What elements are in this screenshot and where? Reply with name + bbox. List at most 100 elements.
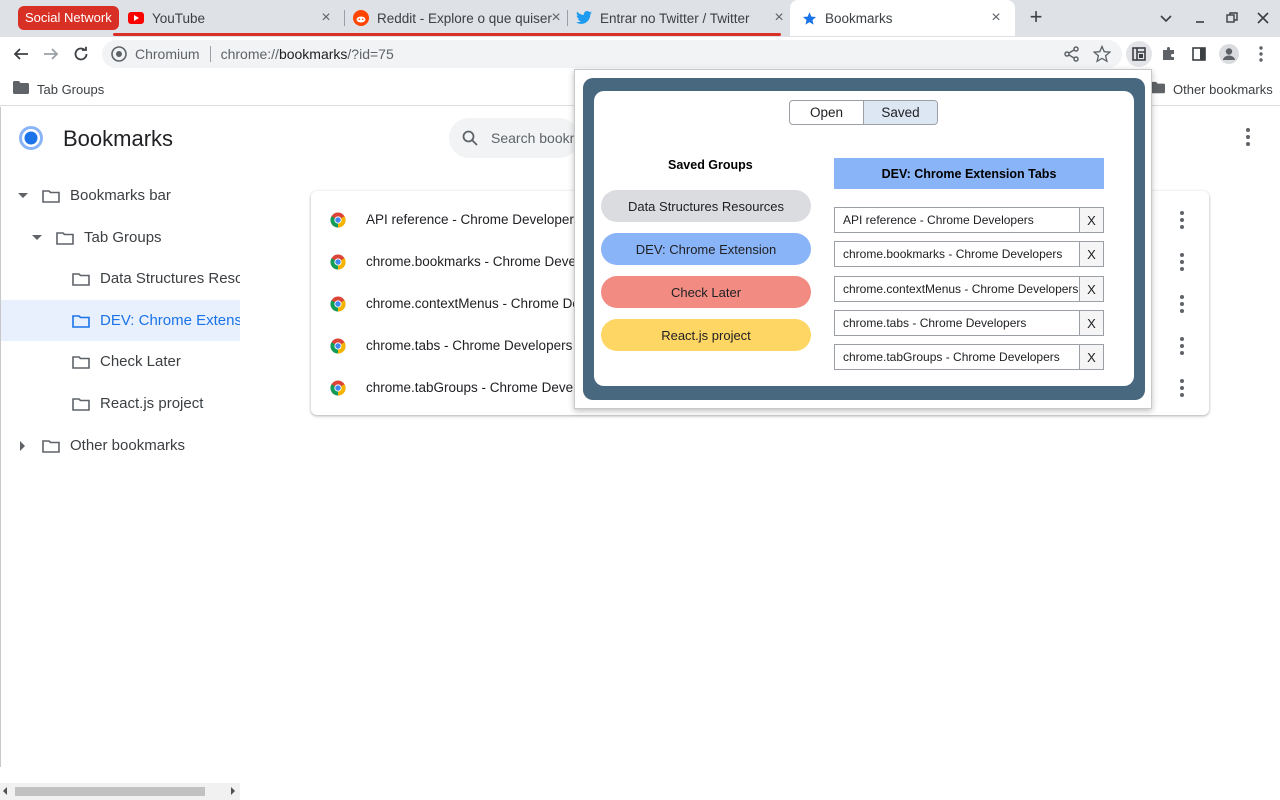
remove-tab-button[interactable]: X	[1079, 311, 1103, 335]
saved-groups-title: Saved Groups	[668, 158, 753, 172]
group-tab-title[interactable]: chrome.tabs - Chrome Developers	[835, 311, 1079, 335]
group-tab-row: chrome.tabGroups - Chrome Developers X	[834, 344, 1104, 370]
popup-frame: Open Saved Saved Groups Data Structures …	[583, 78, 1145, 400]
url-scheme: chrome://	[220, 46, 279, 62]
tree-item-bookmarks-bar[interactable]: Bookmarks bar	[0, 175, 240, 216]
profile-avatar-icon[interactable]	[1218, 43, 1240, 65]
bookmark-star-icon[interactable]	[1091, 43, 1113, 65]
group-tab-title[interactable]: chrome.tabGroups - Chrome Developers	[835, 345, 1079, 369]
chrome-favicon-icon	[330, 212, 346, 228]
omnibox-divider	[209, 46, 211, 62]
tree-item-check-later[interactable]: Check Later	[0, 341, 240, 382]
bookmark-menu-icon[interactable]	[1170, 292, 1194, 316]
tree-item-label: Other bookmarks	[70, 437, 186, 454]
search-icon	[461, 129, 479, 147]
bookmark-menu-icon[interactable]	[1170, 376, 1194, 400]
folder-icon	[42, 439, 60, 453]
bookmark-menu-icon[interactable]	[1170, 250, 1194, 274]
close-tab-icon[interactable]: ×	[770, 9, 788, 27]
tree-item-data-structures[interactable]: Data Structures Resources	[0, 258, 240, 299]
saved-group-pill[interactable]: DEV: Chrome Extension	[601, 233, 811, 265]
tab-manager-extension-icon[interactable]	[1128, 43, 1150, 65]
open-segment-button[interactable]: Open	[790, 101, 863, 124]
search-placeholder: Search bookmarks	[491, 130, 579, 146]
side-panel-icon[interactable]	[1188, 43, 1210, 65]
folder-icon	[72, 397, 90, 411]
tab-search-icon[interactable]	[1158, 10, 1174, 26]
tab-title: Entrar no Twitter / Twitter	[600, 10, 750, 26]
bookmark-menu-icon[interactable]	[1170, 334, 1194, 358]
reload-icon[interactable]	[69, 42, 93, 66]
close-tab-icon[interactable]: ×	[317, 9, 335, 27]
close-tab-icon[interactable]: ×	[547, 9, 565, 27]
tab-manager-popup: Open Saved Saved Groups Data Structures …	[574, 69, 1152, 409]
remove-tab-button[interactable]: X	[1079, 345, 1103, 369]
saved-segment-button[interactable]: Saved	[863, 101, 937, 124]
restore-icon[interactable]	[1224, 10, 1240, 26]
bookmarks-bar-other-bookmarks[interactable]: Other bookmarks	[1151, 81, 1273, 97]
folder-icon	[72, 272, 90, 286]
group-tab-title[interactable]: chrome.bookmarks - Chrome Developers	[835, 242, 1079, 266]
bookmark-title: chrome.tabs - Chrome Developers	[366, 338, 573, 353]
tab-reddit[interactable]: Reddit - Explore o que quiser ×	[345, 0, 567, 36]
twitter-icon	[576, 10, 592, 26]
new-tab-button[interactable]: +	[1025, 6, 1047, 28]
saved-group-pill[interactable]: React.js project	[601, 319, 811, 351]
saved-group-pill[interactable]: Data Structures Resources	[601, 190, 811, 222]
minimize-icon[interactable]	[1192, 10, 1208, 26]
remove-tab-button[interactable]: X	[1079, 277, 1103, 301]
chrome-favicon-icon	[330, 338, 346, 354]
expand-arrow-icon[interactable]	[20, 440, 25, 451]
tree-item-tab-groups[interactable]: Tab Groups	[0, 217, 240, 258]
page-title: Bookmarks	[63, 126, 174, 151]
address-bar[interactable]: Chromium chrome://bookmarks/?id=75	[102, 40, 1122, 68]
folder-icon	[72, 355, 90, 369]
tab-youtube[interactable]: YouTube ×	[120, 0, 345, 36]
extensions-puzzle-icon[interactable]	[1158, 43, 1180, 65]
scroll-right-arrow-icon[interactable]	[231, 787, 235, 795]
tab-bookmarks[interactable]: Bookmarks ×	[790, 0, 1015, 36]
close-window-icon[interactable]	[1255, 10, 1271, 26]
window-left-border	[0, 107, 1, 767]
tree-item-dev-chrome-extension[interactable]: DEV: Chrome Extension	[0, 300, 240, 341]
back-icon[interactable]	[9, 42, 33, 66]
share-icon[interactable]	[1061, 43, 1083, 65]
scrollbar-thumb[interactable]	[15, 787, 205, 796]
tab-twitter[interactable]: Entrar no Twitter / Twitter ×	[568, 0, 790, 36]
bookmarks-bar-folder-tab-groups[interactable]: Tab Groups	[13, 81, 104, 97]
tab-group-chip[interactable]: Social Network	[18, 6, 119, 30]
group-tab-title[interactable]: chrome.contextMenus - Chrome Developers	[835, 277, 1079, 301]
tab-title: Reddit - Explore o que quiser	[377, 10, 552, 26]
folder-icon	[1151, 81, 1165, 97]
search-bookmarks-input[interactable]: Search bookmarks	[449, 118, 579, 158]
bookmark-title: API reference - Chrome Developers	[366, 212, 581, 227]
tree-item-label: Tab Groups	[84, 229, 162, 246]
close-tab-icon[interactable]: ×	[987, 9, 1005, 27]
bookmarks-logo-icon	[18, 125, 44, 151]
remove-tab-button[interactable]: X	[1079, 208, 1103, 232]
folder-icon	[42, 189, 60, 203]
chrome-favicon-icon	[330, 254, 346, 270]
reddit-icon	[353, 10, 369, 26]
tree-item-other-bookmarks[interactable]: Other bookmarks	[0, 425, 240, 466]
forward-icon[interactable]	[39, 42, 63, 66]
expand-arrow-icon[interactable]	[18, 193, 28, 198]
menu-kebab-icon[interactable]	[1250, 43, 1272, 65]
expand-arrow-icon[interactable]	[32, 235, 42, 240]
view-toggle: Open Saved	[789, 100, 938, 125]
saved-group-pill[interactable]: Check Later	[601, 276, 811, 308]
tree-item-label: Data Structures Resources	[100, 270, 240, 287]
folder-icon	[13, 81, 29, 97]
horizontal-scrollbar[interactable]	[0, 783, 240, 800]
url-host: bookmarks	[278, 46, 348, 62]
bookmarks-bar-label: Other bookmarks	[1173, 81, 1273, 97]
group-tab-row: chrome.bookmarks - Chrome Developers X	[834, 241, 1104, 267]
page-menu-icon[interactable]	[1236, 125, 1260, 149]
scroll-left-arrow-icon[interactable]	[3, 787, 7, 795]
tree-item-react-project[interactable]: React.js project	[0, 383, 240, 424]
remove-tab-button[interactable]: X	[1079, 242, 1103, 266]
bookmark-menu-icon[interactable]	[1170, 208, 1194, 232]
tab-title: Bookmarks	[825, 10, 893, 26]
tree-item-label: Bookmarks bar	[70, 187, 171, 204]
group-tab-title[interactable]: API reference - Chrome Developers	[835, 208, 1079, 232]
